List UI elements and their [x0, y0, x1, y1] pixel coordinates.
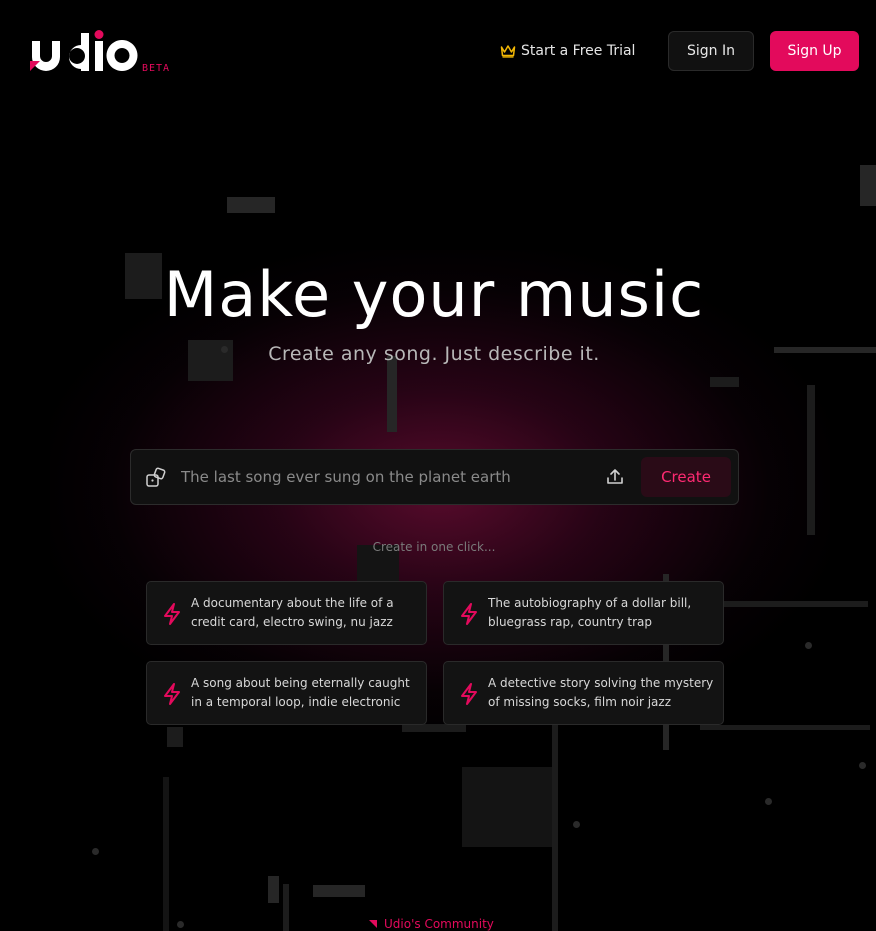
- page-title: Make your music: [163, 258, 705, 331]
- upload-icon[interactable]: [605, 467, 625, 491]
- suggestion-card[interactable]: A documentary about the life of a credit…: [146, 581, 427, 645]
- suggestion-text: A documentary about the life of a credit…: [191, 596, 394, 629]
- bg-block: [227, 197, 275, 213]
- bg-block: [387, 356, 397, 432]
- dice-icon[interactable]: [145, 467, 167, 493]
- bg-block: [283, 884, 289, 931]
- bg-block: [313, 885, 365, 897]
- suggestion-text: A song about being eternally caught in a…: [191, 676, 410, 709]
- bg-dot: [765, 798, 772, 805]
- prompt-bar: Create: [130, 449, 739, 505]
- bg-block: [552, 724, 558, 931]
- triangle-flag-icon: [369, 920, 377, 928]
- bg-block: [462, 767, 558, 847]
- create-button[interactable]: Create: [641, 457, 731, 497]
- beta-badge: BETA: [142, 63, 171, 74]
- bg-block: [860, 165, 876, 206]
- trial-label: Start a Free Trial: [521, 43, 636, 59]
- bg-block: [807, 385, 815, 535]
- udio-logo[interactable]: BETA: [30, 30, 170, 74]
- community-label: Udio's Community: [384, 917, 494, 931]
- udio-wordmark-logo: [30, 30, 138, 71]
- bg-dot: [573, 821, 580, 828]
- bg-block: [268, 876, 279, 903]
- sign-in-button[interactable]: Sign In: [668, 31, 754, 71]
- community-link[interactable]: Udio's Community: [368, 917, 494, 931]
- bg-block: [167, 727, 183, 747]
- one-click-heading: Create in one click...: [372, 540, 496, 554]
- suggestion-card[interactable]: A detective story solving the mystery of…: [443, 661, 724, 725]
- lightning-bolt-icon: [461, 683, 477, 705]
- page-subtitle: Create any song. Just describe it.: [268, 343, 600, 365]
- start-free-trial-link[interactable]: Start a Free Trial: [500, 40, 635, 62]
- lightning-bolt-icon: [164, 683, 180, 705]
- bg-dot: [859, 762, 866, 769]
- bg-block: [700, 725, 870, 730]
- suggestion-text: A detective story solving the mystery of…: [488, 676, 714, 709]
- bg-dot: [177, 921, 184, 928]
- bg-block: [163, 777, 169, 931]
- bg-dot: [92, 848, 99, 855]
- lightning-bolt-icon: [461, 603, 477, 625]
- lightning-bolt-icon: [164, 603, 180, 625]
- suggestion-card[interactable]: The autobiography of a dollar bill, blue…: [443, 581, 724, 645]
- bg-block: [710, 377, 739, 387]
- sign-up-button[interactable]: Sign Up: [770, 31, 859, 71]
- bg-dot: [805, 642, 812, 649]
- suggestion-text: The autobiography of a dollar bill, blue…: [488, 596, 692, 629]
- crown-icon: [500, 45, 516, 58]
- bg-block: [723, 601, 868, 607]
- song-prompt-input[interactable]: [181, 460, 601, 494]
- suggestion-card[interactable]: A song about being eternally caught in a…: [146, 661, 427, 725]
- bg-block: [402, 724, 466, 732]
